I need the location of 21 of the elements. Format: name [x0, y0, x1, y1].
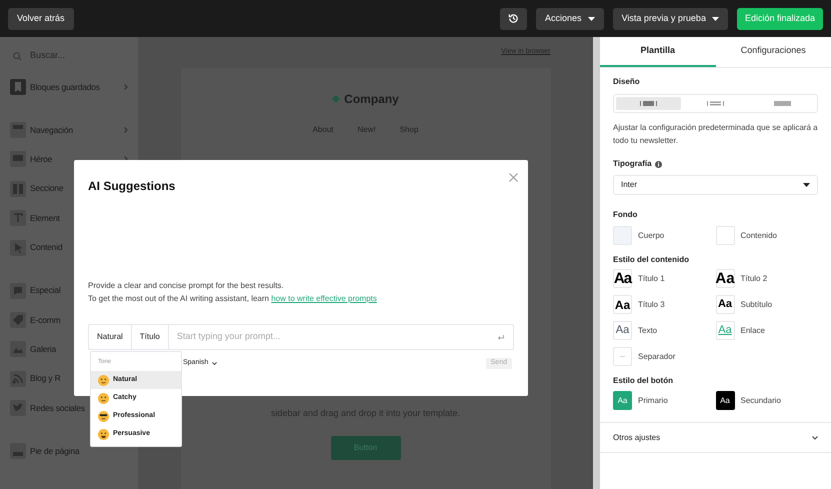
style-label: Subtítulo	[740, 298, 772, 310]
section-title: Fondo	[613, 209, 638, 221]
style-label: Título 2	[740, 272, 768, 284]
dialog-title: AI Suggestions	[88, 178, 176, 195]
brand-name: Company	[344, 90, 399, 108]
swatch-label: Contenido	[740, 230, 777, 242]
design-description: Ajustar la configuración predeterminada que se aplicará a todo tu newsletter.	[613, 122, 818, 147]
style-label: Enlace	[740, 324, 765, 336]
swatch-label: Cuerpo	[638, 230, 664, 242]
hint-text: Provide a clear and concise prompt for the best results.	[88, 280, 285, 292]
style-label: Título 1	[638, 272, 665, 284]
style-label: Separador	[638, 350, 676, 362]
help-text: To get the most out of the AI writing assistant, learn how to write effective prompts	[88, 293, 378, 305]
section-title: Estilo del botón	[613, 375, 674, 387]
style-label: Título 3	[638, 298, 665, 310]
section-title: Tipografía	[613, 158, 652, 170]
section-title: Estilo del contenido	[613, 254, 690, 266]
section-title: Diseño	[613, 76, 641, 88]
style-label: Secundario	[740, 394, 781, 406]
style-label: Texto	[638, 324, 658, 336]
style-label: Primario	[638, 394, 668, 406]
